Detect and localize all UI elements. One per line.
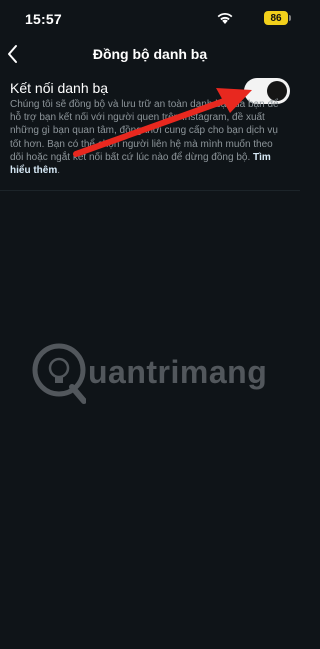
watermark: uantrimang (32, 343, 268, 405)
page-title: Đồng bộ danh bạ (92, 46, 208, 62)
battery-level: 86 (270, 12, 282, 24)
battery-tip (289, 15, 291, 21)
contact-sync-label: Kết nối danh bạ (10, 80, 109, 96)
battery-icon: 86 (264, 11, 291, 25)
contact-sync-description: Chúng tôi sẽ đồng bộ và lưu trữ an toàn … (10, 98, 286, 177)
description-period: . (57, 165, 61, 177)
wifi-icon (217, 12, 233, 24)
watermark-text: uantrimang (88, 354, 268, 390)
status-time: 15:57 (25, 11, 62, 27)
description-text: Chúng tôi sẽ đồng bộ và lưu trữ an toàn … (10, 99, 279, 163)
chevron-left-icon (8, 45, 17, 63)
status-bar: 15:57 86 (0, 0, 300, 36)
back-button[interactable] (2, 41, 26, 67)
nav-bar: Đồng bộ danh bạ (0, 37, 300, 71)
section-divider (0, 190, 300, 191)
status-icons: 86 (216, 11, 291, 27)
lightbulb-icon (32, 343, 87, 404)
